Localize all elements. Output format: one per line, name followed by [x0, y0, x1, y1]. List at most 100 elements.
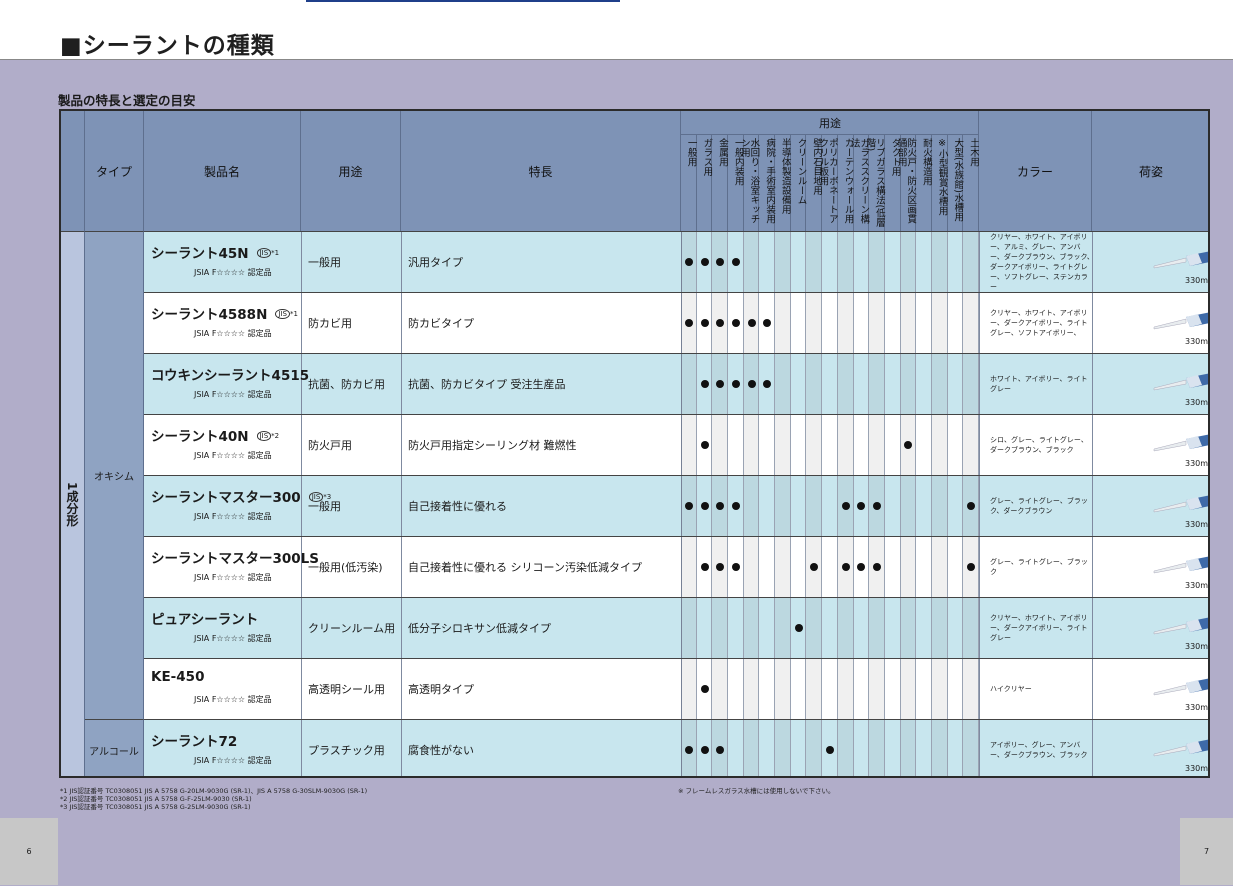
feature-text: 自己接着性に優れる [408, 499, 507, 513]
page-number-right: 7 [1203, 847, 1210, 856]
usage-cell [900, 720, 917, 776]
row-divider [979, 659, 980, 719]
usage-dot [873, 563, 882, 571]
usage-cell [931, 659, 948, 719]
usage-cell [837, 415, 854, 475]
usage-cell [791, 476, 807, 536]
usage-cell [837, 293, 854, 353]
usage-cell [775, 354, 791, 414]
certification-text: JSIA F☆☆☆☆ 認定品 [194, 390, 272, 399]
usage-dot [731, 380, 740, 388]
usage-cell [806, 354, 823, 414]
table-row: ピュアシーラント JSIA F☆☆☆☆ 認定品 クリーンルーム用 低分子シロキサン低減… [144, 597, 1208, 658]
top-rule [306, 0, 620, 2]
usage-cell [900, 293, 917, 353]
usage-cell [854, 720, 870, 776]
usage-cell [681, 537, 697, 597]
cartridge-icon [1153, 678, 1208, 696]
usage-cell [822, 232, 838, 292]
footnote-2: *2 JIS認証番号 TC0308051 JIS A 5758 G-F-25LM… [60, 795, 252, 803]
row-divider [301, 354, 302, 414]
usage-dot [747, 380, 756, 388]
color-text: クリヤー、ホワイト、アイボリー、ダークアイボリー、ライトグレー [990, 614, 1088, 642]
usage-cell [681, 354, 697, 414]
header-category-blank [61, 111, 85, 231]
usage-cell [759, 232, 776, 292]
usage-cell [759, 659, 776, 719]
row-divider [301, 598, 302, 658]
usage-cell [854, 354, 870, 414]
usage-cell [885, 537, 901, 597]
usage-cell [963, 720, 979, 776]
use-text: クリーンルーム用 [308, 622, 396, 635]
type-cell-oxime: オキシム [85, 231, 144, 719]
usage-cell [963, 354, 979, 414]
row-divider [301, 659, 302, 719]
usage-cell [916, 537, 932, 597]
row-divider [979, 720, 980, 776]
usage-dot [731, 563, 740, 571]
color-text: ハイクリヤー [990, 685, 1032, 693]
usage-cell [916, 598, 932, 658]
usage-cell [697, 598, 713, 658]
usage-cell [728, 415, 744, 475]
row-divider [301, 476, 302, 536]
usage-cell [854, 293, 870, 353]
usage-cell [791, 232, 807, 292]
product-name-text: シーラント40N [151, 429, 249, 445]
product-name-text: シーラント72 [151, 734, 238, 750]
row-divider [401, 293, 402, 353]
usage-cell [931, 537, 948, 597]
usage-cell [743, 537, 760, 597]
row-divider [301, 232, 302, 292]
usage-cell [885, 232, 901, 292]
usage-cell [775, 659, 791, 719]
page-tab-left: 6 [0, 818, 58, 885]
usage-cell [854, 659, 870, 719]
footnote-1: *1 JIS認証番号 TC0308051 JIS A 5758 G-20LM-9… [60, 787, 368, 795]
product-name: シーラント45N JIS *1 [151, 242, 279, 262]
product-name: コウキンシーラント4515 [151, 364, 309, 384]
use-text: 抗菌、防カビ用 [308, 378, 385, 391]
row-divider [979, 232, 980, 292]
usage-cell [869, 293, 885, 353]
usage-cell [885, 476, 901, 536]
feature-text: 高透明タイプ [408, 682, 474, 696]
usage-col-label: クリーンルーム [791, 135, 807, 231]
usage-cell [712, 659, 729, 719]
usage-dot [700, 380, 709, 388]
usage-cell [791, 720, 807, 776]
usage-cell [885, 720, 901, 776]
usage-cell [822, 354, 838, 414]
usage-cell [869, 232, 885, 292]
usage-dot [700, 563, 709, 571]
header-package: 荷姿 [1092, 111, 1208, 231]
usage-cell [854, 232, 870, 292]
usage-col-label: 耐火構造用 [916, 135, 932, 231]
usage-cell [759, 720, 776, 776]
usage-cell [854, 598, 870, 658]
row-divider [401, 598, 402, 658]
certification-text: JSIA F☆☆☆☆ 認定品 [194, 512, 272, 521]
usage-cell [869, 354, 885, 414]
usage-dot [684, 319, 693, 327]
usage-cell [837, 659, 854, 719]
usage-cell [775, 598, 791, 658]
cartridge-icon [1153, 434, 1208, 452]
package-volume: 330mL [1185, 703, 1210, 712]
table-row: KE-450 JSIA F☆☆☆☆ 認定品 高透明シール用 高透明タイプ ハイクリヤー 3… [144, 658, 1210, 719]
row-divider [979, 598, 980, 658]
usage-cell [822, 415, 838, 475]
row-divider [301, 415, 302, 475]
usage-cell [681, 415, 697, 475]
header-feature: 特長 [401, 111, 681, 231]
category-label: 1成分形 [65, 482, 79, 527]
usage-cell [806, 232, 823, 292]
usage-cell [900, 659, 917, 719]
product-name-text: コウキンシーラント4515 [151, 368, 310, 384]
row-divider [401, 232, 402, 292]
usage-cell [900, 537, 917, 597]
certification-text: JSIA F☆☆☆☆ 認定品 [194, 573, 272, 582]
row-divider [401, 537, 402, 597]
product-name-text: KE-450 [151, 669, 205, 685]
